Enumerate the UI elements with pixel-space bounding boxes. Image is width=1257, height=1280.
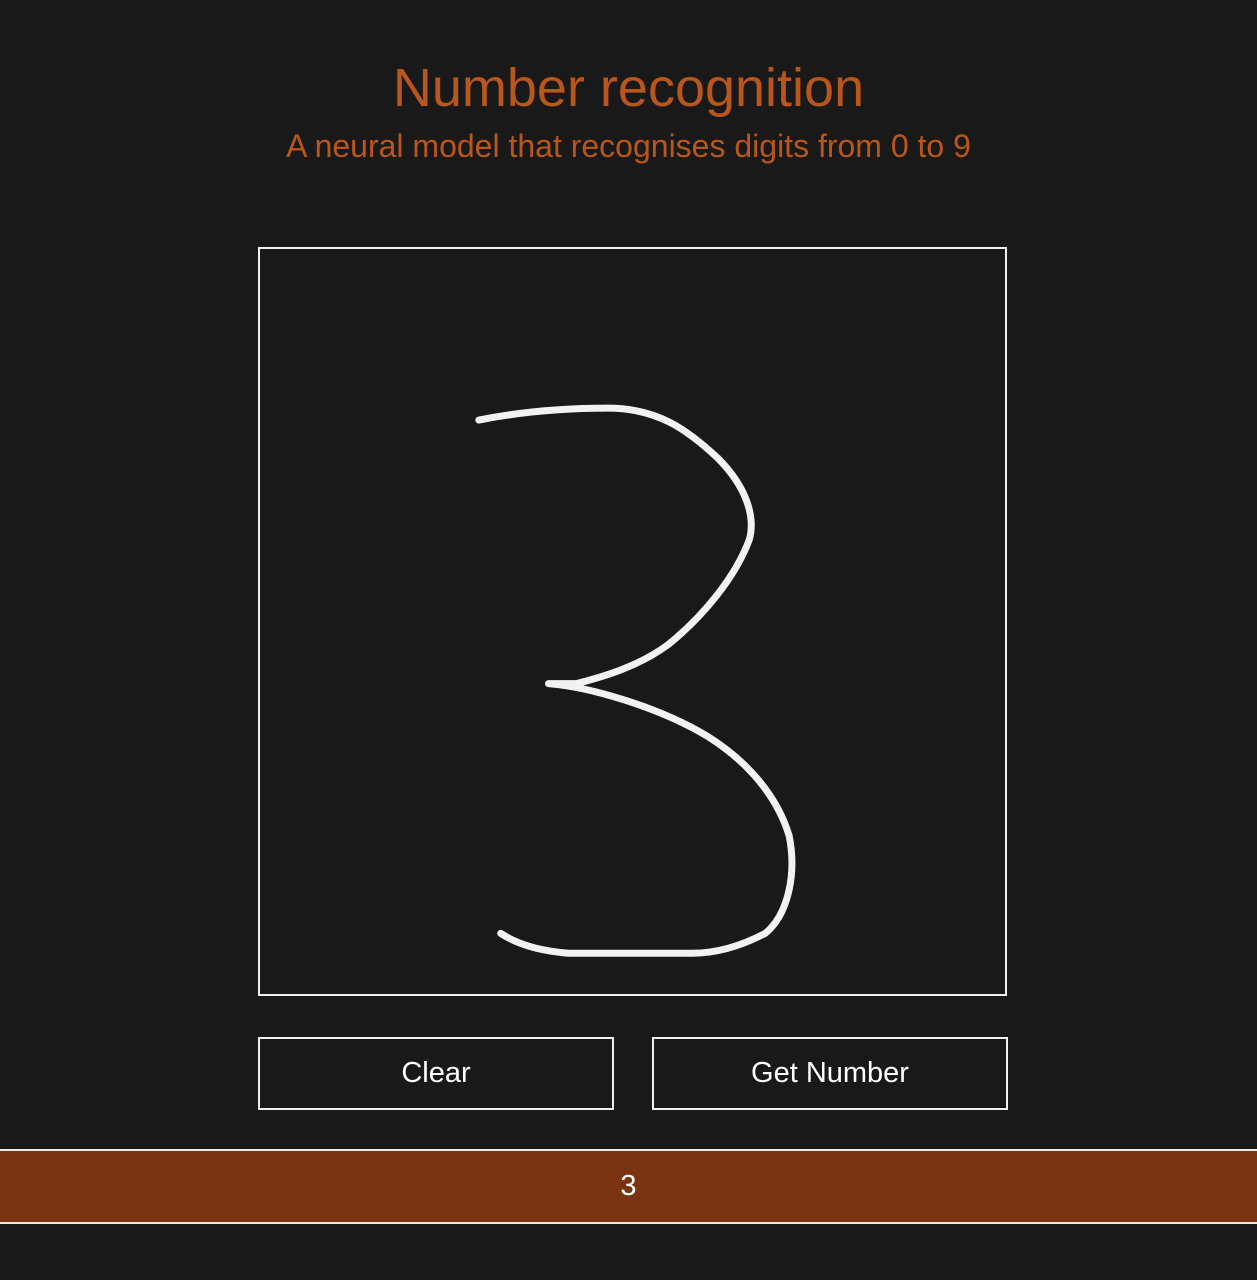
drawn-digit-stroke-layer <box>475 404 796 957</box>
clear-button[interactable]: Clear <box>258 1037 614 1110</box>
page-title: Number recognition <box>392 58 865 118</box>
result-value: 3 <box>620 1170 637 1202</box>
result-bar: 3 <box>0 1149 1257 1224</box>
page: Number recognition A neural model that r… <box>0 0 1257 1280</box>
page-subtitle: A neural model that recognises digits fr… <box>286 128 971 164</box>
drawing-canvas[interactable] <box>258 247 1007 996</box>
drawn-digit-stroke <box>475 404 796 957</box>
get-number-button[interactable]: Get Number <box>652 1037 1008 1110</box>
